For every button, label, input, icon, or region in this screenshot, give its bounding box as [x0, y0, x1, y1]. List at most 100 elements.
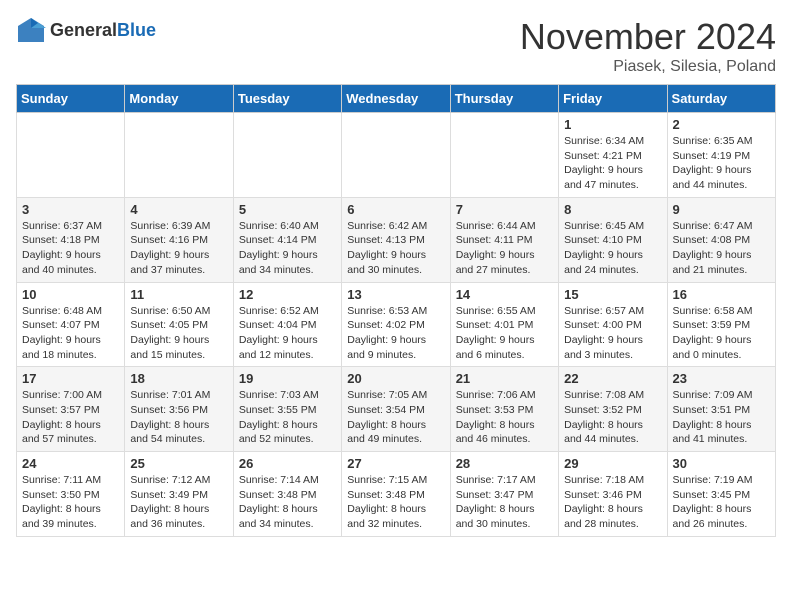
- day-info: Sunrise: 7:00 AM Sunset: 3:57 PM Dayligh…: [22, 388, 119, 447]
- day-number: 28: [456, 456, 553, 471]
- calendar-cell: 19 Sunrise: 7:03 AM Sunset: 3:55 PM Dayli…: [233, 367, 341, 452]
- calendar-header-cell: Tuesday: [233, 85, 341, 113]
- day-info: Sunrise: 7:03 AM Sunset: 3:55 PM Dayligh…: [239, 388, 336, 447]
- calendar-table: SundayMondayTuesdayWednesdayThursdayFrid…: [16, 84, 776, 537]
- day-info: Sunrise: 6:45 AM Sunset: 4:10 PM Dayligh…: [564, 219, 661, 278]
- header: GeneralBlue November 2024 Piasek, Silesi…: [16, 16, 776, 76]
- day-number: 19: [239, 371, 336, 386]
- location-title: Piasek, Silesia, Poland: [520, 58, 776, 76]
- calendar-week-row: 3Sunrise: 6:37 AM Sunset: 4:18 PM Daylig…: [17, 197, 776, 282]
- calendar-cell: 5 Sunrise: 6:40 AM Sunset: 4:14 PM Daylig…: [233, 197, 341, 282]
- calendar-week-row: 17 Sunrise: 7:00 AM Sunset: 3:57 PM Dayli…: [17, 367, 776, 452]
- calendar-header-cell: Thursday: [450, 85, 558, 113]
- day-number: 11: [130, 287, 227, 302]
- day-number: 22: [564, 371, 661, 386]
- calendar-cell: [125, 113, 233, 198]
- day-number: 7: [456, 202, 553, 217]
- calendar-week-row: 1 Sunrise: 6:34 AM Sunset: 4:21 PM Daylig…: [17, 113, 776, 198]
- calendar-cell: 13Sunrise: 6:53 AM Sunset: 4:02 PM Dayli…: [342, 282, 450, 367]
- calendar-cell: 18Sunrise: 7:01 AM Sunset: 3:56 PM Dayli…: [125, 367, 233, 452]
- calendar-week-row: 10Sunrise: 6:48 AM Sunset: 4:07 PM Dayli…: [17, 282, 776, 367]
- calendar-cell: 24 Sunrise: 7:11 AM Sunset: 3:50 PM Dayli…: [17, 452, 125, 537]
- calendar-cell: 21 Sunrise: 7:06 AM Sunset: 3:53 PM Dayli…: [450, 367, 558, 452]
- day-info: Sunrise: 7:19 AM Sunset: 3:45 PM Dayligh…: [673, 473, 770, 532]
- day-number: 16: [673, 287, 770, 302]
- calendar-cell: 6 Sunrise: 6:42 AM Sunset: 4:13 PM Daylig…: [342, 197, 450, 282]
- calendar-cell: 3Sunrise: 6:37 AM Sunset: 4:18 PM Daylig…: [17, 197, 125, 282]
- calendar-header-cell: Friday: [559, 85, 667, 113]
- calendar-cell: [17, 113, 125, 198]
- calendar-cell: 27 Sunrise: 7:15 AM Sunset: 3:48 PM Dayli…: [342, 452, 450, 537]
- calendar-cell: 15 Sunrise: 6:57 AM Sunset: 4:00 PM Dayli…: [559, 282, 667, 367]
- calendar-header-cell: Wednesday: [342, 85, 450, 113]
- day-number: 20: [347, 371, 444, 386]
- calendar-cell: 2 Sunrise: 6:35 AM Sunset: 4:19 PM Daylig…: [667, 113, 775, 198]
- month-title: November 2024: [520, 16, 776, 58]
- day-info: Sunrise: 7:06 AM Sunset: 3:53 PM Dayligh…: [456, 388, 553, 447]
- day-info: Sunrise: 7:11 AM Sunset: 3:50 PM Dayligh…: [22, 473, 119, 532]
- day-info: Sunrise: 6:48 AM Sunset: 4:07 PM Dayligh…: [22, 304, 119, 363]
- day-number: 17: [22, 371, 119, 386]
- day-number: 15: [564, 287, 661, 302]
- title-area: November 2024 Piasek, Silesia, Poland: [520, 16, 776, 76]
- calendar-cell: 8 Sunrise: 6:45 AM Sunset: 4:10 PM Daylig…: [559, 197, 667, 282]
- calendar-cell: [342, 113, 450, 198]
- calendar-cell: 30 Sunrise: 7:19 AM Sunset: 3:45 PM Dayli…: [667, 452, 775, 537]
- calendar-cell: 14Sunrise: 6:55 AM Sunset: 4:01 PM Dayli…: [450, 282, 558, 367]
- day-info: Sunrise: 6:40 AM Sunset: 4:14 PM Dayligh…: [239, 219, 336, 278]
- day-info: Sunrise: 7:09 AM Sunset: 3:51 PM Dayligh…: [673, 388, 770, 447]
- day-number: 24: [22, 456, 119, 471]
- day-info: Sunrise: 6:35 AM Sunset: 4:19 PM Dayligh…: [673, 134, 770, 193]
- calendar-header-cell: Monday: [125, 85, 233, 113]
- calendar-cell: 12 Sunrise: 6:52 AM Sunset: 4:04 PM Dayli…: [233, 282, 341, 367]
- calendar-cell: 9 Sunrise: 6:47 AM Sunset: 4:08 PM Daylig…: [667, 197, 775, 282]
- logo-icon: [16, 16, 46, 44]
- calendar-cell: 22 Sunrise: 7:08 AM Sunset: 3:52 PM Dayli…: [559, 367, 667, 452]
- day-number: 6: [347, 202, 444, 217]
- logo-text: GeneralBlue: [50, 20, 156, 41]
- day-number: 8: [564, 202, 661, 217]
- day-info: Sunrise: 6:47 AM Sunset: 4:08 PM Dayligh…: [673, 219, 770, 278]
- calendar-body: 1 Sunrise: 6:34 AM Sunset: 4:21 PM Daylig…: [17, 113, 776, 537]
- day-info: Sunrise: 6:39 AM Sunset: 4:16 PM Dayligh…: [130, 219, 227, 278]
- day-info: Sunrise: 6:42 AM Sunset: 4:13 PM Dayligh…: [347, 219, 444, 278]
- day-info: Sunrise: 7:08 AM Sunset: 3:52 PM Dayligh…: [564, 388, 661, 447]
- day-number: 23: [673, 371, 770, 386]
- day-info: Sunrise: 6:34 AM Sunset: 4:21 PM Dayligh…: [564, 134, 661, 193]
- day-number: 5: [239, 202, 336, 217]
- calendar-header-cell: Sunday: [17, 85, 125, 113]
- day-number: 27: [347, 456, 444, 471]
- calendar-header-cell: Saturday: [667, 85, 775, 113]
- day-info: Sunrise: 7:05 AM Sunset: 3:54 PM Dayligh…: [347, 388, 444, 447]
- day-number: 26: [239, 456, 336, 471]
- calendar-cell: 23 Sunrise: 7:09 AM Sunset: 3:51 PM Dayli…: [667, 367, 775, 452]
- calendar-cell: 29 Sunrise: 7:18 AM Sunset: 3:46 PM Dayli…: [559, 452, 667, 537]
- calendar-week-row: 24 Sunrise: 7:11 AM Sunset: 3:50 PM Dayli…: [17, 452, 776, 537]
- day-info: Sunrise: 6:50 AM Sunset: 4:05 PM Dayligh…: [130, 304, 227, 363]
- day-number: 9: [673, 202, 770, 217]
- day-number: 18: [130, 371, 227, 386]
- day-number: 1: [564, 117, 661, 132]
- day-info: Sunrise: 7:17 AM Sunset: 3:47 PM Dayligh…: [456, 473, 553, 532]
- day-number: 29: [564, 456, 661, 471]
- day-info: Sunrise: 6:53 AM Sunset: 4:02 PM Dayligh…: [347, 304, 444, 363]
- logo: GeneralBlue: [16, 16, 156, 44]
- day-info: Sunrise: 7:18 AM Sunset: 3:46 PM Dayligh…: [564, 473, 661, 532]
- day-number: 2: [673, 117, 770, 132]
- day-number: 12: [239, 287, 336, 302]
- calendar-cell: 1 Sunrise: 6:34 AM Sunset: 4:21 PM Daylig…: [559, 113, 667, 198]
- calendar-cell: 20 Sunrise: 7:05 AM Sunset: 3:54 PM Dayli…: [342, 367, 450, 452]
- day-info: Sunrise: 6:44 AM Sunset: 4:11 PM Dayligh…: [456, 219, 553, 278]
- calendar-header-row: SundayMondayTuesdayWednesdayThursdayFrid…: [17, 85, 776, 113]
- day-info: Sunrise: 7:12 AM Sunset: 3:49 PM Dayligh…: [130, 473, 227, 532]
- day-number: 3: [22, 202, 119, 217]
- day-number: 4: [130, 202, 227, 217]
- day-number: 21: [456, 371, 553, 386]
- calendar-cell: 26Sunrise: 7:14 AM Sunset: 3:48 PM Dayli…: [233, 452, 341, 537]
- calendar-cell: 4 Sunrise: 6:39 AM Sunset: 4:16 PM Daylig…: [125, 197, 233, 282]
- day-info: Sunrise: 7:15 AM Sunset: 3:48 PM Dayligh…: [347, 473, 444, 532]
- day-info: Sunrise: 6:52 AM Sunset: 4:04 PM Dayligh…: [239, 304, 336, 363]
- day-number: 30: [673, 456, 770, 471]
- day-info: Sunrise: 6:57 AM Sunset: 4:00 PM Dayligh…: [564, 304, 661, 363]
- day-number: 25: [130, 456, 227, 471]
